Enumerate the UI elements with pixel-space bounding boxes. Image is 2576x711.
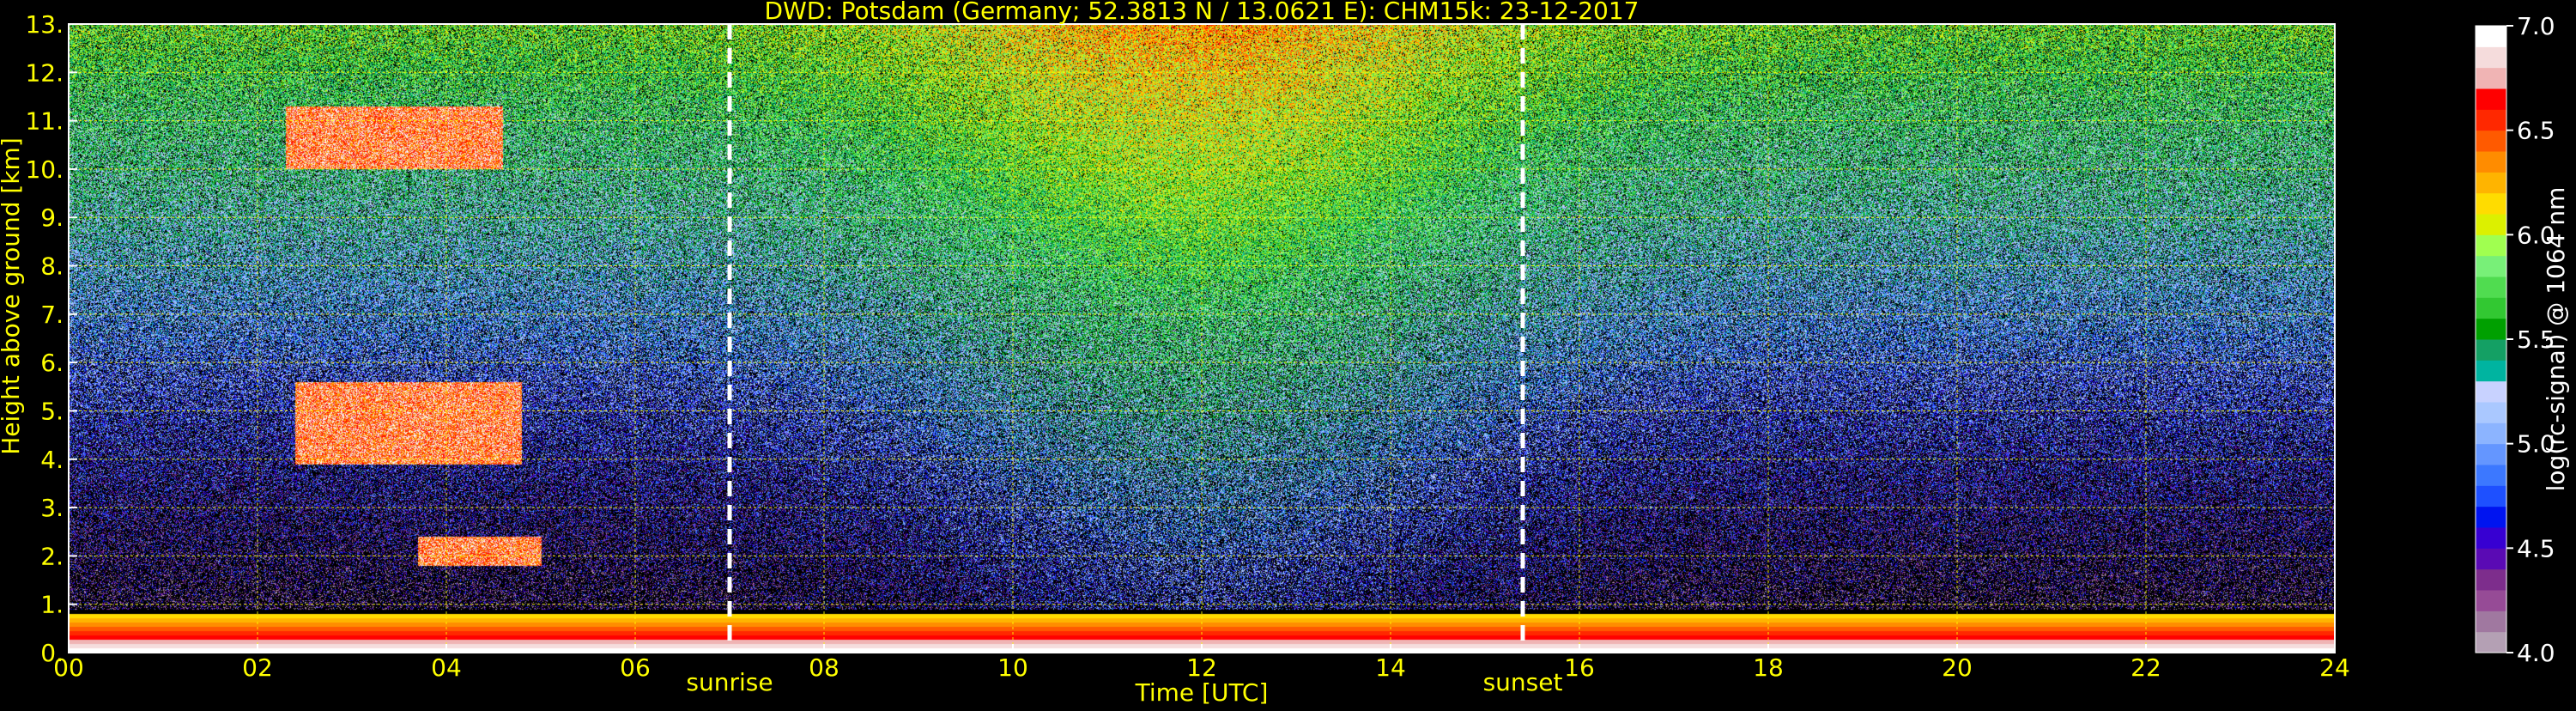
colorbar-swatch	[2476, 548, 2506, 570]
chart-title: DWD: Potsdam (Germany; 52.3813 N / 13.06…	[765, 0, 1640, 25]
y-tick-label: 3.	[40, 494, 64, 522]
colorbar-swatch	[2476, 172, 2506, 194]
colorbar-swatch	[2476, 380, 2506, 403]
y-tick-label: 0.	[40, 639, 64, 667]
x-tick-label: 02	[242, 653, 273, 682]
colorbar-swatch	[2476, 297, 2506, 319]
y-tick-label: 5.	[40, 397, 64, 425]
x-tick-label: 16	[1564, 653, 1595, 682]
x-tick-label: 06	[620, 653, 651, 682]
x-tick-label: 18	[1753, 653, 1784, 682]
y-tick-label: 12.	[25, 58, 64, 87]
lidar-chart: sunrise sunset 00 02 04 06 08 10 12 14 16 18 20 22 24…	[0, 0, 2576, 708]
x-tick-label: 04	[431, 653, 462, 682]
colorbar-swatch	[2476, 360, 2506, 382]
annotation-label-sunset: sunset	[1483, 668, 1563, 696]
y-tick-label: 8.	[40, 252, 64, 281]
colorbar-swatch	[2476, 465, 2506, 486]
colorbar-swatch	[2476, 402, 2506, 423]
chart-svg: sunrise sunset 00 02 04 06 08 10 12 14 16 18 20 22 24…	[0, 0, 2576, 708]
x-tick-label: 22	[2131, 653, 2161, 682]
y-tick-label: 2.	[40, 542, 64, 570]
colorbar-swatch	[2476, 590, 2506, 611]
colorbar-swatch	[2476, 46, 2506, 69]
colorbar-swatch	[2476, 485, 2506, 507]
y-tick-label: 11.	[25, 107, 64, 136]
colorbar-tick-label: 7.0	[2517, 12, 2555, 40]
colorbar-swatch	[2476, 151, 2506, 173]
y-tick-label: 6.	[40, 349, 64, 377]
y-tick-label: 1.	[40, 591, 64, 619]
colorbar-swatch	[2476, 443, 2506, 465]
colorbar-swatch	[2476, 527, 2506, 549]
colorbar-swatch	[2476, 339, 2506, 361]
y-axis-label: Height above ground [km]	[0, 137, 25, 455]
colorbar-swatch	[2476, 631, 2506, 653]
y-tick-label: 10.	[25, 155, 64, 184]
colorbar-label: log(rc-signal) @ 1064 nm	[2542, 187, 2570, 492]
x-tick-label: 08	[809, 653, 839, 682]
colorbar-swatch	[2476, 318, 2506, 340]
colorbar-tick-label: 4.5	[2517, 534, 2555, 562]
colorbar-swatch	[2476, 88, 2506, 110]
colorbar-tick-label: 4.0	[2517, 639, 2555, 667]
colorbar-swatch	[2476, 276, 2506, 298]
colorbar-tick-label: 6.5	[2517, 117, 2555, 145]
colorbar-swatch	[2476, 234, 2506, 257]
colorbar-swatch	[2476, 109, 2506, 131]
y-tick-label: 13.	[25, 10, 64, 39]
colorbar-swatch	[2476, 506, 2506, 528]
colorbar-swatch	[2476, 255, 2506, 277]
x-tick-label: 10	[997, 653, 1028, 682]
x-tick-label: 20	[1942, 653, 1973, 682]
colorbar-swatch	[2476, 214, 2506, 235]
y-tick-label: 9.	[40, 204, 64, 232]
y-tick-label: 7.	[40, 301, 64, 329]
colorbar-swatch	[2476, 192, 2506, 215]
x-tick-label: 14	[1375, 653, 1406, 682]
colorbar-swatch	[2476, 422, 2506, 445]
x-tick-label: 24	[2319, 653, 2350, 682]
colorbar-swatch	[2476, 26, 2506, 47]
colorbar-swatch	[2476, 568, 2506, 591]
colorbar-swatch	[2476, 130, 2506, 152]
colorbar-swatch	[2476, 611, 2506, 633]
colorbar-swatch	[2476, 67, 2506, 89]
y-tick-label: 4.	[40, 446, 64, 474]
x-axis-label: Time [UTC]	[1135, 678, 1269, 707]
annotation-label-sunrise: sunrise	[686, 668, 773, 696]
